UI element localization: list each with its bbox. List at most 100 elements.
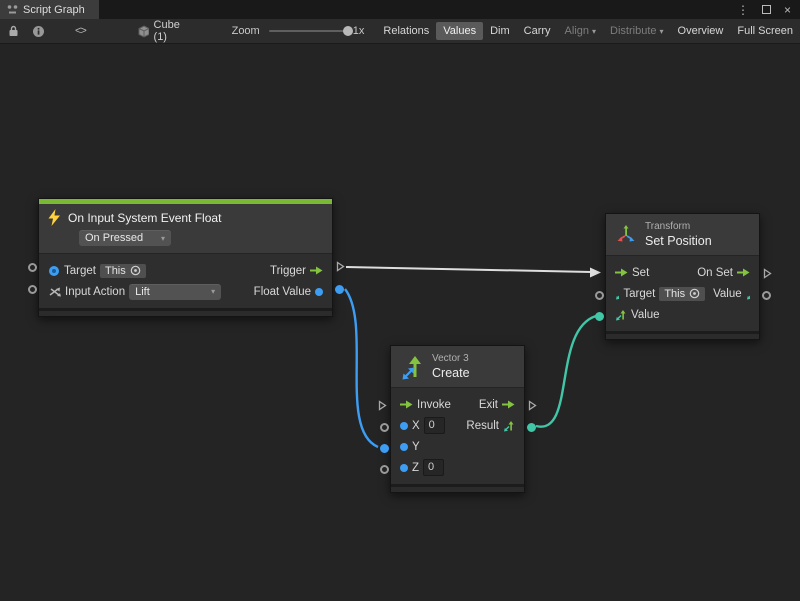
self-target-icon [130, 265, 141, 276]
float-type-icon [400, 443, 408, 451]
info-icon[interactable] [32, 25, 45, 38]
vector3-type-icon [503, 420, 515, 432]
value-in-label: Value [631, 309, 660, 321]
flow-arrow-icon [400, 400, 413, 409]
port-x-in[interactable] [380, 423, 389, 432]
vector3-type-icon [615, 288, 619, 300]
graph-target[interactable]: Cube (1) [138, 19, 192, 43]
z-label: Z [412, 462, 419, 474]
x-label: X [412, 420, 420, 432]
port-input-action-in[interactable] [28, 285, 37, 294]
value-in-row: Value [606, 304, 759, 325]
port-value-out[interactable] [762, 291, 771, 300]
node-vector3-create[interactable]: Vector 3 Create Invoke Exit X 0 Result [390, 345, 525, 493]
set-onset-row: Set On Set [606, 262, 759, 283]
port-z-in[interactable] [380, 465, 389, 474]
float-value-label: Float Value [254, 286, 311, 298]
target-label: Target [623, 288, 655, 300]
input-action-label: Input Action [65, 286, 125, 298]
node-title: Create [432, 366, 470, 380]
relations-button[interactable]: Relations [376, 22, 436, 40]
target-value-row: Target This Value [606, 283, 759, 304]
node-title: Set Position [645, 234, 712, 248]
port-result-out[interactable] [527, 423, 536, 432]
float-type-icon [315, 288, 323, 296]
x-result-row: X 0 Result [391, 415, 524, 436]
node-type-label: Transform [645, 221, 712, 232]
self-target-icon [689, 288, 700, 299]
target-object-field[interactable]: This [100, 264, 146, 278]
tab-script-graph[interactable]: Script Graph [0, 0, 99, 19]
flow-arrow-icon [615, 268, 628, 277]
zoom-slider-track [269, 30, 348, 32]
port-on-set-out[interactable] [763, 268, 772, 279]
overview-button[interactable]: Overview [671, 22, 731, 40]
zoom-value: 1x [353, 25, 365, 37]
node-footer [39, 308, 332, 316]
y-row: Y [391, 436, 524, 457]
float-type-icon [400, 464, 408, 472]
graph-target-label: Cube (1) [154, 19, 192, 43]
graph-toolbar: <> Cube (1) Zoom 1x Relations Values Dim… [0, 19, 800, 44]
node-type-label: Vector 3 [432, 353, 470, 364]
dim-button[interactable]: Dim [483, 22, 517, 40]
port-target-in[interactable] [28, 263, 37, 272]
input-action-icon [48, 286, 61, 298]
exit-label: Exit [479, 399, 498, 411]
carry-button[interactable]: Carry [517, 22, 558, 40]
input-action-row: Input Action Lift▾ Float Value [39, 281, 332, 302]
window-menu-icon[interactable]: ⋮ [737, 3, 749, 17]
invoke-exit-row: Invoke Exit [391, 394, 524, 415]
flow-arrow-icon [502, 400, 515, 409]
fullscreen-button[interactable]: Full Screen [730, 22, 800, 40]
port-invoke-in[interactable] [378, 400, 387, 411]
flow-arrow-icon [310, 266, 323, 275]
y-label: Y [412, 441, 420, 453]
port-trigger-out[interactable] [336, 261, 345, 272]
flow-arrow-icon [737, 268, 750, 277]
vector3-type-icon [615, 309, 627, 321]
x-value-field[interactable]: 0 [424, 417, 445, 434]
align-dropdown[interactable]: Align▾ [558, 22, 603, 40]
port-y-in[interactable] [380, 444, 389, 453]
input-action-dropdown[interactable]: Lift▾ [129, 284, 221, 300]
node-footer [606, 331, 759, 339]
port-exit-out[interactable] [528, 400, 537, 411]
cube-icon [138, 25, 149, 38]
zoom-slider-knob[interactable] [343, 26, 353, 36]
invoke-label: Invoke [417, 399, 451, 411]
node-transform-set-position[interactable]: Transform Set Position Set On Set Target [605, 213, 760, 340]
values-button[interactable]: Values [436, 22, 483, 40]
node-on-input-system-event-float[interactable]: On Input System Event Float On Pressed▾ … [38, 198, 333, 317]
float-type-icon [400, 422, 408, 430]
wire-arrowhead [590, 268, 601, 278]
z-row: Z 0 [391, 457, 524, 478]
distribute-dropdown[interactable]: Distribute▾ [603, 22, 670, 40]
code-icon[interactable]: <> [75, 25, 86, 37]
port-transform-target-in[interactable] [595, 291, 604, 300]
lightning-icon [47, 209, 62, 226]
chevron-down-icon: ▾ [592, 27, 596, 36]
close-icon[interactable]: × [784, 3, 791, 17]
trigger-label: Trigger [270, 265, 306, 277]
maximize-icon[interactable] [762, 5, 771, 14]
result-label: Result [466, 420, 499, 432]
target-row: Target This Trigger [39, 260, 332, 281]
vector3-create-icon [400, 354, 424, 380]
node-footer [391, 484, 524, 492]
title-bar: Script Graph ⋮ × [0, 0, 800, 19]
chevron-down-icon: ▾ [161, 234, 165, 243]
input-reference-icon [48, 265, 60, 277]
target-object-field[interactable]: This [659, 287, 705, 301]
on-set-label: On Set [697, 267, 733, 279]
port-value-in[interactable] [595, 312, 604, 321]
event-mode-dropdown[interactable]: On Pressed▾ [79, 230, 171, 246]
set-label: Set [632, 267, 649, 279]
zoom-slider[interactable] [269, 26, 348, 36]
lock-icon[interactable] [8, 25, 19, 37]
port-float-value-out[interactable] [335, 285, 344, 294]
wire-result-to-value [536, 316, 596, 427]
chevron-down-icon: ▾ [211, 287, 215, 296]
z-value-field[interactable]: 0 [423, 459, 444, 476]
wire-floatvalue-to-y [345, 289, 378, 447]
